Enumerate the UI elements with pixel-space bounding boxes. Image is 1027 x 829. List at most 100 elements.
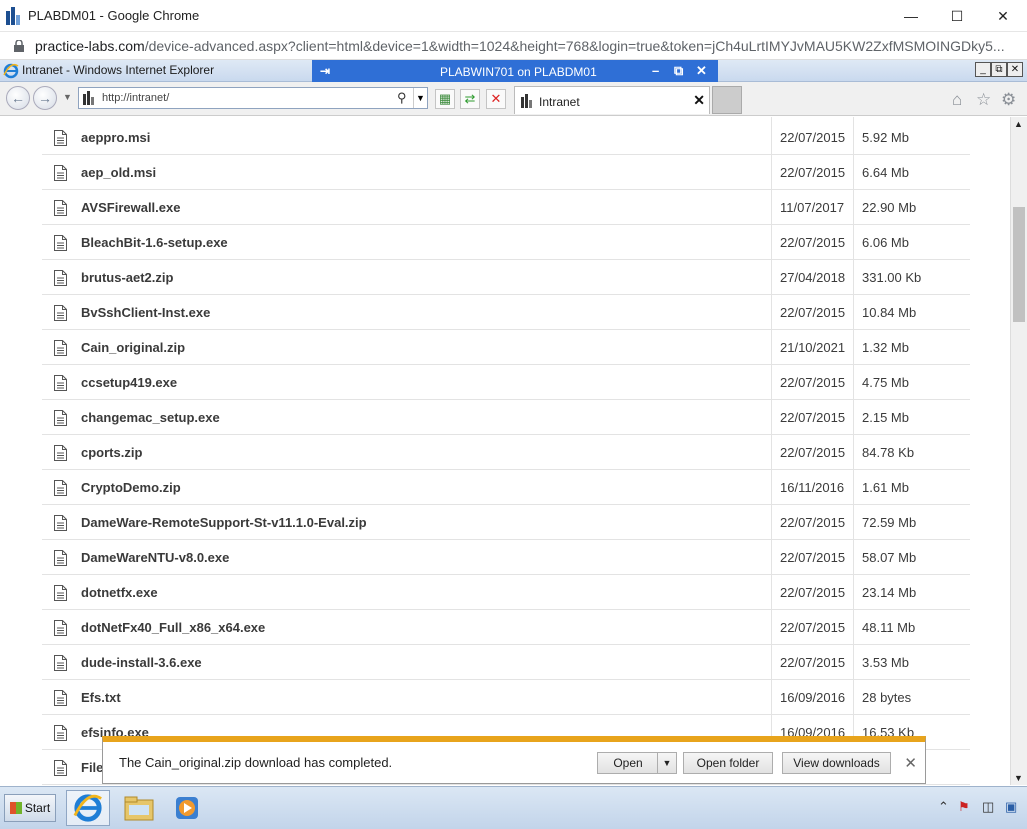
- rdp-close-button[interactable]: ✕: [696, 63, 707, 79]
- open-button[interactable]: Open: [597, 752, 659, 774]
- file-date: 21/10/2021: [780, 340, 846, 355]
- refresh-icon[interactable]: ⇄: [460, 89, 480, 109]
- stop-icon[interactable]: ✕: [486, 89, 506, 109]
- practice-labs-logo-icon: [6, 7, 20, 25]
- table-row[interactable]: aep_old.msi 22/07/2015 6.64 Mb: [42, 155, 970, 190]
- open-folder-button[interactable]: Open folder: [683, 752, 773, 774]
- download-message: The Cain_original.zip download has compl…: [119, 755, 393, 770]
- file-name-link[interactable]: dude-install-3.6.exe: [81, 655, 202, 670]
- file-size: 6.06 Mb: [862, 235, 909, 250]
- file-size: 58.07 Mb: [862, 550, 917, 565]
- scroll-up-icon[interactable]: ▲: [1014, 119, 1023, 129]
- start-button[interactable]: Start: [4, 794, 56, 822]
- file-name-link[interactable]: File: [81, 760, 103, 775]
- show-hidden-icons-icon[interactable]: ⌃: [938, 799, 949, 815]
- tab-intranet[interactable]: Intranet ✕: [514, 86, 710, 114]
- file-name-link[interactable]: dotNetFx40_Full_x86_x64.exe: [81, 620, 265, 635]
- table-row[interactable]: brutus-aet2.zip 27/04/2018 331.00 Kb: [42, 260, 970, 295]
- table-row[interactable]: aeppro.msi 22/07/2015 5.92 Mb: [42, 120, 970, 155]
- file-name-link[interactable]: ccsetup419.exe: [81, 375, 177, 390]
- file-name-link[interactable]: aep_old.msi: [81, 165, 156, 180]
- file-name-link[interactable]: AVSFirewall.exe: [81, 200, 180, 215]
- tab-favicon-icon: [521, 94, 532, 108]
- file-name-link[interactable]: dotnetfx.exe: [81, 585, 158, 600]
- taskbar-media-player[interactable]: [165, 790, 209, 826]
- folder-icon: [124, 796, 154, 821]
- home-icon[interactable]: ⌂: [952, 90, 962, 110]
- file-listing: aeppro.msi 22/07/2015 5.92 Mb aep_old.msi 22…: [0, 117, 1010, 785]
- file-name-link[interactable]: CryptoDemo.zip: [81, 480, 181, 495]
- document-icon: [54, 725, 67, 741]
- file-size: 6.64 Mb: [862, 165, 909, 180]
- action-center-icon[interactable]: ⚑: [958, 799, 970, 815]
- document-icon: [54, 305, 67, 321]
- open-dropdown-icon[interactable]: ▼: [657, 752, 677, 774]
- document-icon: [54, 690, 67, 706]
- address-dropdown-icon[interactable]: ▼: [413, 88, 427, 108]
- taskbar-ie[interactable]: [66, 790, 110, 826]
- forward-button[interactable]: →: [33, 86, 57, 110]
- close-icon[interactable]: ✕: [904, 754, 917, 772]
- table-row[interactable]: DameWareNTU-v8.0.exe 22/07/2015 58.07 Mb: [42, 540, 970, 575]
- file-date: 16/09/2016: [780, 690, 846, 705]
- document-icon: [54, 200, 67, 216]
- table-row[interactable]: Efs.txt 16/09/2016 28 bytes: [42, 680, 970, 715]
- history-dropdown-icon[interactable]: ▼: [63, 92, 72, 102]
- display-icon[interactable]: ▣: [1005, 799, 1017, 815]
- file-name-link[interactable]: DameWare-RemoteSupport-St-v11.1.0-Eval.z…: [81, 515, 367, 530]
- chrome-address-bar[interactable]: practice-labs.com/device-advanced.aspx?c…: [0, 32, 1027, 60]
- scroll-down-icon[interactable]: ▼: [1014, 773, 1023, 783]
- maximize-button[interactable]: ☐: [934, 0, 980, 32]
- gear-icon[interactable]: ⚙: [1001, 90, 1016, 110]
- file-name-link[interactable]: DameWareNTU-v8.0.exe: [81, 550, 229, 565]
- ie-minimize-button[interactable]: _: [975, 62, 991, 77]
- new-tab-button[interactable]: [712, 86, 742, 114]
- file-name-link[interactable]: BvSshClient-Inst.exe: [81, 305, 210, 320]
- table-row[interactable]: changemac_setup.exe 22/07/2015 2.15 Mb: [42, 400, 970, 435]
- table-row[interactable]: DameWare-RemoteSupport-St-v11.1.0-Eval.z…: [42, 505, 970, 540]
- vertical-scrollbar[interactable]: ▲ ▼: [1010, 117, 1027, 785]
- file-size: 84.78 Kb: [862, 445, 915, 460]
- compatibility-view-icon[interactable]: ▦: [435, 89, 455, 109]
- window-title: PLABDM01 - Google Chrome: [28, 8, 200, 23]
- ie-restore-button[interactable]: ⧉: [991, 62, 1007, 77]
- table-row[interactable]: ccsetup419.exe 22/07/2015 4.75 Mb: [42, 365, 970, 400]
- search-icon[interactable]: ⚲: [397, 90, 407, 106]
- file-name-link[interactable]: cports.zip: [81, 445, 142, 460]
- file-date: 22/07/2015: [780, 585, 846, 600]
- pin-icon[interactable]: ⇥: [320, 64, 330, 78]
- network-icon[interactable]: ◫: [982, 799, 994, 815]
- close-window-button[interactable]: ✕: [980, 0, 1026, 32]
- table-row[interactable]: BleachBit-1.6-setup.exe 22/07/2015 6.06 Mb: [42, 225, 970, 260]
- file-name-link[interactable]: brutus-aet2.zip: [81, 270, 173, 285]
- view-downloads-button[interactable]: View downloads: [782, 752, 891, 774]
- minimize-button[interactable]: —: [888, 0, 934, 32]
- taskbar-explorer[interactable]: [117, 790, 161, 826]
- table-row[interactable]: CryptoDemo.zip 16/11/2016 1.61 Mb: [42, 470, 970, 505]
- scrollbar-thumb[interactable]: [1013, 207, 1025, 322]
- file-name-link[interactable]: Efs.txt: [81, 690, 121, 705]
- back-button[interactable]: ←: [6, 86, 30, 110]
- favorites-star-icon[interactable]: ☆: [976, 90, 991, 110]
- file-name-link[interactable]: aeppro.msi: [81, 130, 150, 145]
- document-icon: [54, 620, 67, 636]
- ie-close-button[interactable]: ✕: [1007, 62, 1023, 77]
- file-date: 22/07/2015: [780, 620, 846, 635]
- document-icon: [54, 375, 67, 391]
- ie-address-field[interactable]: http://intranet/ ⚲ ▼: [78, 87, 428, 109]
- file-name-link[interactable]: BleachBit-1.6-setup.exe: [81, 235, 228, 250]
- table-row[interactable]: cports.zip 22/07/2015 84.78 Kb: [42, 435, 970, 470]
- table-row[interactable]: BvSshClient-Inst.exe 22/07/2015 10.84 Mb: [42, 295, 970, 330]
- file-name-link[interactable]: changemac_setup.exe: [81, 410, 220, 425]
- rdp-restore-button[interactable]: ⧉: [674, 63, 683, 79]
- ie-navigation-bar: ← → ▼ http://intranet/ ⚲ ▼ ▦ ⇄ ✕ Intrane…: [0, 82, 1027, 116]
- file-date: 22/07/2015: [780, 375, 846, 390]
- table-row[interactable]: dotnetfx.exe 22/07/2015 23.14 Mb: [42, 575, 970, 610]
- rdp-minimize-button[interactable]: –: [652, 63, 659, 78]
- table-row[interactable]: AVSFirewall.exe 11/07/2017 22.90 Mb: [42, 190, 970, 225]
- file-name-link[interactable]: Cain_original.zip: [81, 340, 185, 355]
- tab-close-icon[interactable]: ✕: [693, 92, 705, 109]
- table-row[interactable]: dude-install-3.6.exe 22/07/2015 3.53 Mb: [42, 645, 970, 680]
- table-row[interactable]: Cain_original.zip 21/10/2021 1.32 Mb: [42, 330, 970, 365]
- table-row[interactable]: dotNetFx40_Full_x86_x64.exe 22/07/2015 48.…: [42, 610, 970, 645]
